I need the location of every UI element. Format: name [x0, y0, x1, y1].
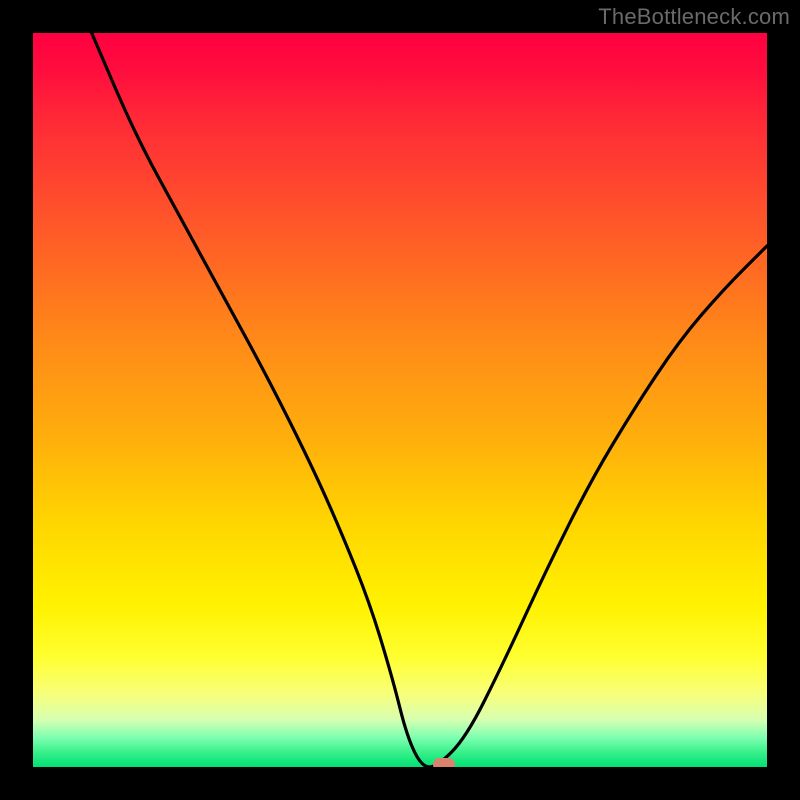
- chart-frame: TheBottleneck.com: [0, 0, 800, 800]
- plot-area: [33, 33, 767, 767]
- bottleneck-curve: [33, 33, 767, 767]
- watermark-text: TheBottleneck.com: [598, 4, 790, 30]
- optimal-point-marker: [433, 758, 455, 767]
